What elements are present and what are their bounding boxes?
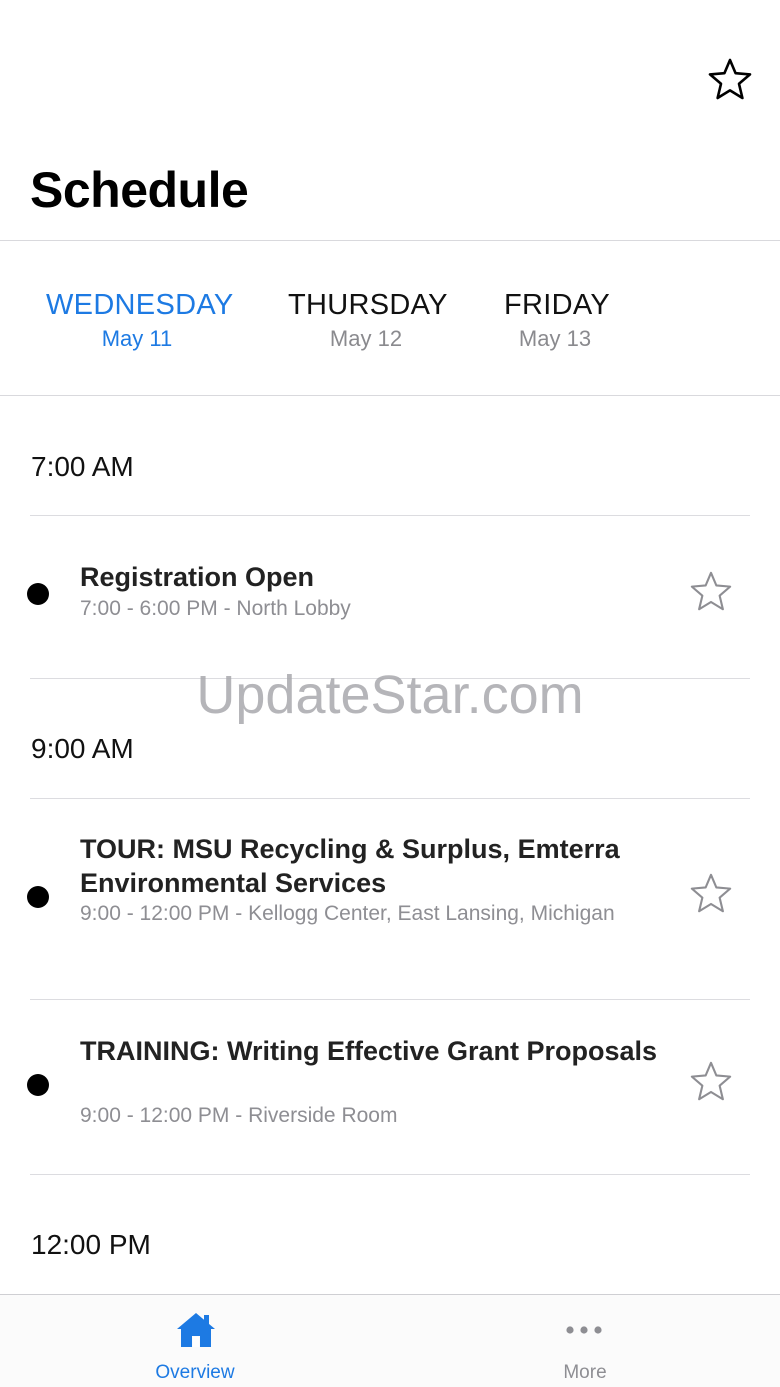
time-slot-header: 9:00 AM (31, 733, 134, 764)
favorite-star-icon[interactable] (688, 871, 734, 917)
more-dots-icon (566, 1326, 602, 1334)
event-dot-icon (27, 1074, 49, 1096)
day-tab-friday[interactable]: FRIDAY May 13 (504, 286, 610, 354)
tab-overview[interactable]: Overview (0, 1295, 390, 1387)
event-subtitle: 9:00 - 12:00 PM - Riverside Room (80, 1104, 398, 1127)
day-name: FRIDAY (504, 289, 610, 321)
event-title: TRAINING: Writing Effective Grant Propos… (80, 1036, 658, 1066)
row-separator (30, 1174, 750, 1175)
event-subtitle: 9:00 - 12:00 PM - Kellogg Center, East L… (80, 902, 615, 925)
event-subtitle: 7:00 - 6:00 PM - North Lobby (80, 597, 351, 620)
day-date: May 13 (518, 326, 592, 351)
tab-label: Overview (155, 1362, 235, 1383)
day-tab-thursday[interactable]: THURSDAY May 12 (288, 286, 448, 354)
time-slot-header: 12:00 PM (31, 1229, 151, 1260)
header-divider (0, 240, 780, 241)
event-row-registration[interactable]: Registration Open 7:00 - 6:00 PM - North… (0, 516, 780, 678)
home-icon (177, 1313, 215, 1347)
event-title: TOUR: MSU Recycling & Surplus, Emterra E… (80, 834, 620, 898)
event-dot-icon (27, 583, 49, 605)
page-title: Schedule (30, 162, 249, 218)
event-title: Registration Open (80, 562, 315, 592)
watermark: UpdateStar.com (196, 665, 584, 725)
day-date: May 11 (101, 326, 173, 351)
event-dot-icon (27, 886, 49, 908)
day-selector: WEDNESDAY May 11 THURSDAY May 12 FRIDAY … (0, 242, 780, 395)
day-selector-divider (0, 395, 780, 396)
event-row-training[interactable]: TRAINING: Writing Effective Grant Propos… (0, 1000, 780, 1174)
favorite-star-icon[interactable] (688, 1059, 734, 1105)
day-date: May 12 (329, 326, 403, 351)
day-name: WEDNESDAY (46, 289, 234, 321)
tab-bar: Overview More (0, 1294, 780, 1387)
time-slot-header: 7:00 AM (31, 451, 134, 482)
favorite-star-icon[interactable] (688, 569, 734, 615)
tab-more[interactable]: More (390, 1295, 780, 1387)
event-row-tour[interactable]: TOUR: MSU Recycling & Surplus, Emterra E… (0, 799, 780, 999)
navigation-header: Schedule (0, 0, 780, 241)
day-tab-wednesday[interactable]: WEDNESDAY May 11 (46, 286, 234, 354)
star-icon[interactable] (706, 56, 754, 104)
day-name: THURSDAY (288, 289, 448, 321)
tab-label: More (563, 1362, 607, 1383)
